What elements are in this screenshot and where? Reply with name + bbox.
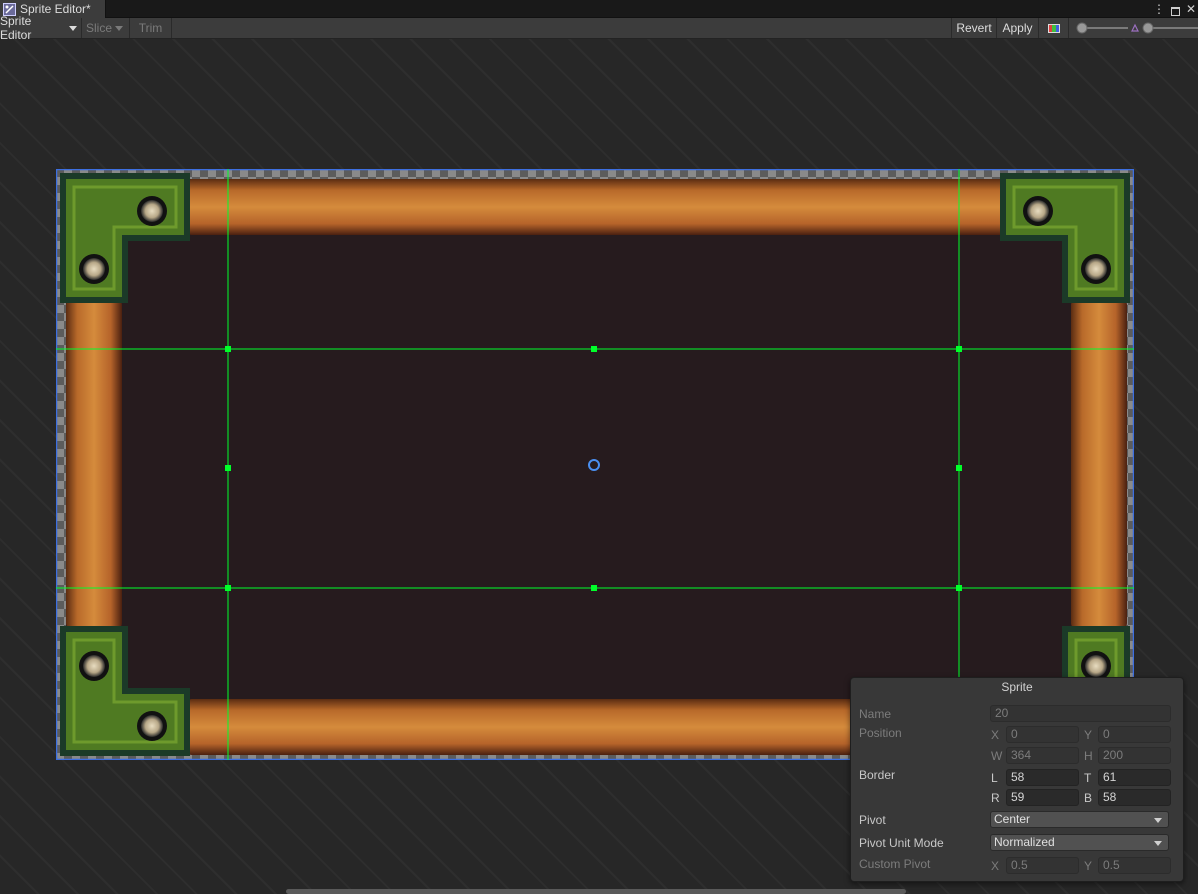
sprite-editor-mode-dropdown[interactable]: Sprite Editor: [0, 14, 82, 42]
position-x-label: X: [991, 728, 1000, 742]
more-vert-icon[interactable]: ⋮: [1153, 0, 1165, 18]
toolbar: Sprite Editor Slice Trim Revert Apply: [0, 14, 1198, 42]
border-r-field[interactable]: 59: [1006, 789, 1079, 806]
close-icon[interactable]: ✕: [1186, 0, 1196, 18]
border-l-field[interactable]: 58: [1006, 769, 1079, 786]
sprite-editor-window: Sprite Editor* ⋮ ✕ Sprite Editor Slice T…: [0, 0, 1198, 894]
trim-button[interactable]: Trim: [130, 18, 172, 38]
revert-button[interactable]: Revert: [951, 18, 997, 38]
pivot-dropdown[interactable]: Center: [990, 811, 1169, 828]
position-y-label: Y: [1084, 728, 1093, 742]
custom-pivot-x-field[interactable]: 0.5: [1006, 857, 1079, 874]
custom-pivot-x-label: X: [991, 859, 1000, 873]
border-t-field[interactable]: 61: [1098, 769, 1171, 786]
chevron-down-icon: [1154, 841, 1162, 846]
apply-label: Apply: [1002, 21, 1033, 35]
sprite-editor-mode-label: Sprite Editor: [0, 14, 32, 42]
pivot-unit-mode-dropdown[interactable]: Normalized: [990, 834, 1169, 851]
position-label: Position: [859, 726, 902, 740]
sprite-frame-image: [56, 169, 1134, 760]
custom-pivot-y-field[interactable]: 0.5: [1098, 857, 1171, 874]
revert-label: Revert: [956, 21, 992, 35]
border-t-label: T: [1084, 771, 1092, 785]
chevron-down-icon: [115, 26, 124, 31]
tab-strip: Sprite Editor* ⋮ ✕: [0, 0, 1198, 18]
chevron-down-icon: [1154, 818, 1162, 823]
rgb-channel-icon: [1047, 23, 1060, 33]
maximize-icon[interactable]: [1170, 6, 1180, 16]
color-channel-toggle[interactable]: [1039, 18, 1069, 38]
slice-label: Slice: [86, 21, 113, 35]
pivot-label: Pivot: [859, 813, 886, 827]
inspector-title: Sprite: [1001, 680, 1033, 694]
horizontal-scrollbar[interactable]: [286, 889, 906, 894]
position-x-field[interactable]: 0: [1006, 726, 1079, 743]
custom-pivot-label: Custom Pivot: [859, 857, 931, 871]
border-r-label: R: [991, 791, 1000, 805]
window-controls: ⋮ ✕: [1153, 0, 1198, 18]
custom-pivot-y-label: Y: [1084, 859, 1093, 873]
trim-label: Trim: [138, 21, 163, 35]
name-label: Name: [859, 707, 892, 721]
chevron-down-icon: [69, 26, 77, 31]
position-w-label: W: [991, 749, 1003, 763]
pivot-unit-mode-label: Pivot Unit Mode: [859, 836, 944, 850]
border-l-label: L: [991, 771, 998, 785]
position-h-field[interactable]: 200: [1098, 747, 1171, 764]
border-label: Border: [859, 768, 896, 782]
pivot-value: Center: [994, 812, 1031, 826]
border-b-field[interactable]: 58: [1098, 789, 1171, 806]
zoom-slider[interactable]: [1072, 18, 1198, 38]
slice-dropdown[interactable]: Slice: [82, 18, 130, 38]
position-y-field[interactable]: 0: [1098, 726, 1171, 743]
position-w-field[interactable]: 364: [1006, 747, 1079, 764]
apply-button[interactable]: Apply: [997, 18, 1039, 38]
pivot-unit-mode-value: Normalized: [994, 835, 1055, 849]
name-field[interactable]: 20: [990, 705, 1171, 722]
border-b-label: B: [1084, 791, 1093, 805]
sprite-inspector-panel: Sprite Name 20 Position X 0 Y 0 W 364 H …: [850, 677, 1184, 882]
mip-level-icon: [1131, 23, 1139, 32]
position-h-label: H: [1084, 749, 1093, 763]
